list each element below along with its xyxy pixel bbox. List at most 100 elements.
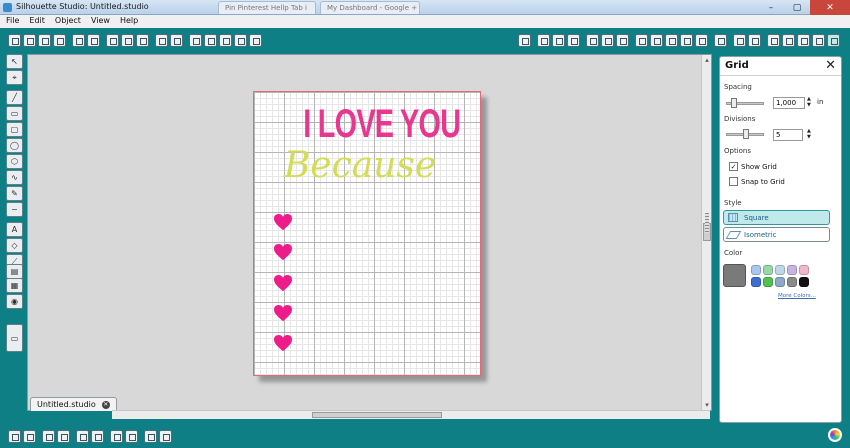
delete-icon[interactable]	[91, 430, 104, 443]
library-icon[interactable]	[537, 34, 550, 47]
divisions-slider-thumb[interactable]	[743, 129, 749, 139]
rounded-rect-tool-icon[interactable]: ▢	[6, 122, 23, 137]
scroll-up-icon[interactable]: ▴	[703, 56, 711, 64]
edit-points-icon[interactable]: ⌖	[6, 70, 23, 85]
fit-to-page-icon[interactable]	[249, 34, 262, 47]
offset-icon[interactable]	[714, 34, 727, 47]
close-panel-icon[interactable]: ✕	[825, 58, 836, 73]
color-swatch[interactable]	[799, 265, 809, 275]
close-window-button[interactable]: ✕	[810, 0, 850, 15]
background-browser-tab[interactable]: My Dashboard - Google +	[320, 1, 420, 14]
scroll-down-icon[interactable]: ▾	[703, 401, 711, 409]
line-style-icon[interactable]	[586, 34, 599, 47]
color-wheel-icon[interactable]	[828, 428, 842, 442]
redo-icon[interactable]	[170, 34, 183, 47]
style-isometric-button[interactable]: Isometric	[723, 227, 830, 242]
line-tool-icon[interactable]: ╱	[6, 90, 23, 105]
save-icon[interactable]	[38, 34, 51, 47]
minimize-button[interactable]: –	[758, 0, 784, 15]
mirror-icon[interactable]	[125, 430, 138, 443]
eraser-icon[interactable]	[797, 34, 810, 47]
copy-icon[interactable]	[121, 34, 134, 47]
panel-resize-grip[interactable]	[705, 213, 709, 233]
spacing-stepper[interactable]: ▲ ▼	[807, 96, 813, 108]
cut-settings-icon[interactable]	[748, 34, 761, 47]
horizontal-scroll-thumb[interactable]	[312, 412, 442, 418]
pan-icon[interactable]	[234, 34, 247, 47]
design-canvas[interactable]: I LOVE YOU Because ▴ ▾	[27, 54, 712, 411]
transform-icon[interactable]	[650, 34, 663, 47]
make-compound-icon[interactable]	[42, 430, 55, 443]
spacing-input[interactable]: 1,000	[773, 97, 805, 109]
bring-to-front-icon[interactable]	[144, 430, 157, 443]
snap-to-grid-checkbox[interactable]	[729, 177, 738, 186]
save-as-icon[interactable]	[53, 34, 66, 47]
zoom-in-icon[interactable]	[189, 34, 202, 47]
text-tool-icon[interactable]: A	[6, 222, 23, 237]
color-swatch[interactable]	[763, 277, 773, 287]
zoom-select-icon[interactable]	[219, 34, 232, 47]
heart-shape[interactable]	[274, 244, 292, 262]
pencil-icon[interactable]	[782, 34, 795, 47]
polygon-tool-icon[interactable]: ⬡	[6, 154, 23, 169]
divisions-stepper[interactable]: ▲ ▼	[807, 128, 813, 140]
trace-icon[interactable]	[733, 34, 746, 47]
heart-shape[interactable]	[274, 275, 292, 293]
heart-shape[interactable]	[274, 335, 292, 353]
design-page[interactable]: I LOVE YOU Because	[253, 91, 481, 376]
online-store-icon[interactable]: ◉	[6, 294, 23, 309]
zoom-out-icon[interactable]	[204, 34, 217, 47]
print-icon[interactable]	[72, 34, 85, 47]
page-view-icon[interactable]	[567, 34, 580, 47]
heart-shape[interactable]	[274, 305, 292, 323]
show-grid-checkbox[interactable]: ✓	[729, 162, 738, 171]
page-setup-icon[interactable]	[552, 34, 565, 47]
paste-icon[interactable]	[136, 34, 149, 47]
open-icon[interactable]	[23, 34, 36, 47]
menu-view[interactable]: View	[91, 15, 116, 28]
rotate-icon[interactable]	[665, 34, 678, 47]
snap-to-grid-label[interactable]: Snap to Grid	[741, 178, 785, 186]
eraser-tool-icon[interactable]: ◇	[6, 238, 23, 253]
spacing-slider-thumb[interactable]	[731, 98, 737, 108]
text-style-icon[interactable]	[635, 34, 648, 47]
maximize-button[interactable]: ▢	[784, 0, 810, 15]
menu-object[interactable]: Object	[55, 15, 87, 28]
select-tool-icon[interactable]: ↖	[6, 54, 23, 69]
color-swatch[interactable]	[763, 265, 773, 275]
document-tab[interactable]: Untitled.studio ✕	[30, 397, 117, 411]
color-swatch[interactable]	[787, 265, 797, 275]
rectangle-tool-icon[interactable]: ▭	[6, 106, 23, 121]
send-panel-icon[interactable]: ▭	[6, 324, 23, 352]
show-grid-label[interactable]: Show Grid	[741, 163, 777, 171]
weld-icon[interactable]	[76, 430, 89, 443]
design-title[interactable]: I LOVE YOU	[303, 104, 461, 144]
release-compound-icon[interactable]	[57, 430, 70, 443]
fill-icon[interactable]	[601, 34, 614, 47]
color-swatch[interactable]	[787, 277, 797, 287]
duplicate-icon[interactable]	[110, 430, 123, 443]
color-swatch[interactable]	[799, 277, 809, 287]
new-icon[interactable]	[8, 34, 21, 47]
current-grid-color[interactable]	[723, 264, 746, 287]
background-browser-tab[interactable]: Pin Pinterest Hellp Tab i	[218, 1, 316, 14]
curve-tool-icon[interactable]: ∿	[6, 170, 23, 185]
send-to-cutter-icon[interactable]	[87, 34, 100, 47]
group-icon[interactable]	[8, 430, 21, 443]
horizontal-scrollbar[interactable]	[112, 410, 710, 419]
menu-edit[interactable]: Edit	[29, 15, 51, 28]
grid-icon[interactable]	[827, 34, 840, 47]
color-swatch[interactable]	[775, 277, 785, 287]
color-swatch[interactable]	[751, 277, 761, 287]
fill-panel-icon[interactable]: ▤	[6, 264, 23, 279]
modify-icon[interactable]	[695, 34, 708, 47]
close-tab-icon[interactable]: ✕	[101, 400, 110, 409]
color-swatch[interactable]	[751, 265, 761, 275]
send-to-back-icon[interactable]	[159, 430, 172, 443]
freehand-tool-icon[interactable]: ✎	[6, 186, 23, 201]
select-all-icon[interactable]	[767, 34, 780, 47]
menu-file[interactable]: File	[6, 15, 25, 28]
menu-help[interactable]: Help	[120, 15, 144, 28]
divisions-input[interactable]: 5	[773, 129, 803, 141]
cut-icon[interactable]	[106, 34, 119, 47]
